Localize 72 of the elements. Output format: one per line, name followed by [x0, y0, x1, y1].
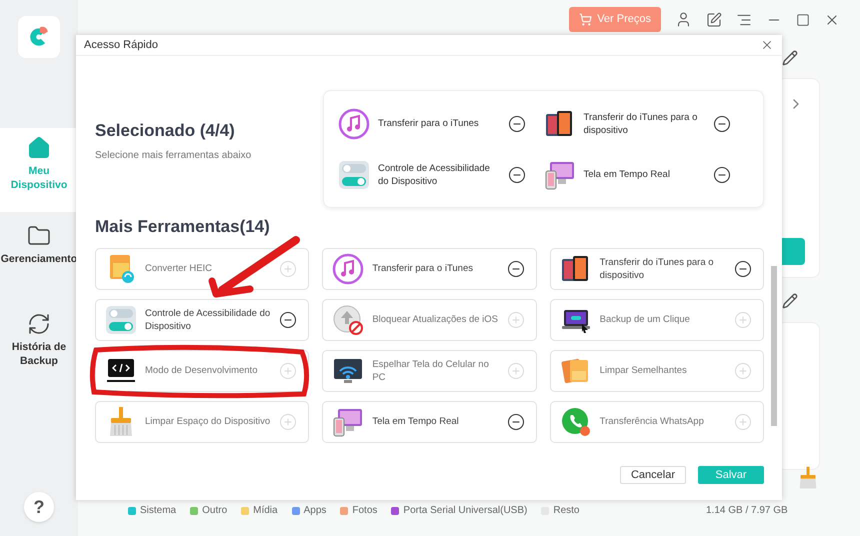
account-icon[interactable]: [675, 11, 692, 28]
tool-tile[interactable]: Transferência WhatsApp: [550, 400, 764, 442]
toggle-switch-icon: [105, 304, 137, 336]
sidebar-item[interactable]: Gerenciamento: [0, 216, 78, 300]
tool-label: Tela em Tempo Real: [584, 168, 671, 181]
tool-label: Bloquear Atualizações de iOS: [372, 313, 499, 326]
remove-icon[interactable]: [713, 166, 731, 184]
remove-icon[interactable]: [506, 260, 525, 278]
dialog-title: Acesso Rápido: [84, 38, 158, 53]
scrollbar[interactable]: [771, 266, 777, 426]
edit-icon[interactable]: [782, 293, 798, 309]
help-button[interactable]: ?: [24, 492, 54, 522]
legend-label: Sistema: [140, 504, 176, 518]
backup-icon: [27, 312, 51, 336]
tool-tile[interactable]: Converter HEIC: [95, 248, 310, 290]
tool-label: Transferência WhatsApp: [600, 415, 705, 428]
tool-label: Backup de um Clique: [600, 313, 691, 326]
tool-label: Controle de Acessibilidade do Dispositivo: [145, 306, 272, 332]
toggle-switch-icon: [338, 158, 370, 190]
tool-tile[interactable]: Limpar Semelhantes: [550, 350, 764, 392]
section-heading: Mais Ferramentas(14): [95, 216, 271, 238]
edit-icon[interactable]: [706, 12, 722, 28]
remove-icon[interactable]: [713, 114, 731, 132]
pricing-button[interactable]: Ver Preços: [569, 7, 661, 32]
remove-icon[interactable]: [508, 114, 526, 132]
tool-label: Transferir para o iTunes: [372, 262, 474, 275]
legend-label: Resto: [553, 504, 580, 518]
cancel-button[interactable]: Cancelar: [620, 466, 686, 484]
tool-tile[interactable]: Transferir para o iTunes: [322, 248, 537, 290]
close-icon[interactable]: [760, 38, 774, 52]
blocked-update-icon: [332, 304, 364, 336]
tool-label: Transferir do iTunes para o dispositivo: [600, 256, 715, 282]
tool-tile[interactable]: Transferir do iTunes para o dispositivo: [550, 248, 764, 290]
section-heading: Selecionado (4/4): [95, 120, 236, 142]
tool-label: Limpar Espaço do Dispositivo: [145, 415, 272, 428]
cart-icon: [579, 13, 592, 26]
remove-icon[interactable]: [506, 412, 525, 430]
save-button[interactable]: Salvar: [698, 466, 764, 484]
tool-label: Tela em Tempo Real: [372, 415, 460, 428]
remove-icon[interactable]: [279, 310, 298, 328]
tool-label: Transferir do iTunes para o dispositivo: [584, 110, 698, 136]
tool-tile[interactable]: Controle de Acessibilidade do Dispositivo: [95, 298, 310, 340]
tool-label: Controle de Acessibilidade do Dispositivo: [378, 162, 491, 188]
home-icon: [27, 136, 51, 160]
tool-tile[interactable]: Espelhar Tela do Celular no PC: [322, 350, 537, 392]
remove-icon[interactable]: [734, 260, 752, 278]
tool-tile[interactable]: Backup de um Clique: [550, 298, 764, 340]
tool-tile[interactable]: Bloquear Atualizações de iOS: [322, 298, 537, 340]
sidebar-item[interactable]: História de Backup: [0, 304, 78, 388]
tool-tile[interactable]: Tela em Tempo Real: [322, 400, 537, 442]
maximize-icon[interactable]: [796, 12, 810, 26]
folder-icon: [27, 224, 51, 248]
section-hint: Selecione mais ferramentas abaixo: [95, 148, 252, 162]
storage-usage: 1.14 GB / 7.97 GB: [706, 504, 788, 518]
music-note-icon: [338, 108, 370, 140]
legend-label: Outro: [202, 504, 228, 518]
sidebar-item[interactable]: Meu Dispositivo: [0, 128, 78, 212]
tool-label: Limpar Semelhantes: [600, 364, 688, 377]
tool-label: Modo de Desenvolvimento: [145, 364, 258, 377]
tool-tile[interactable]: Modo de Desenvolvimento: [95, 350, 310, 392]
chat-bubble-icon: [560, 406, 592, 438]
legend-label: Mídia: [253, 504, 278, 518]
tool-label: Espelhar Tela do Celular no PC: [372, 358, 490, 384]
legend-label: Apps: [304, 504, 326, 518]
music-note-icon: [332, 252, 364, 284]
remove-icon[interactable]: [508, 166, 526, 184]
tool-label: Converter HEIC: [145, 262, 214, 275]
tool-label: Transferir para o iTunes: [378, 117, 480, 130]
tool-tile[interactable]: Limpar Espaço do Dispositivo: [95, 400, 310, 442]
legend-label: Porta Serial Universal(USB): [403, 504, 528, 518]
legend-label: Fotos: [352, 504, 378, 518]
edit-icon[interactable]: [782, 50, 798, 66]
